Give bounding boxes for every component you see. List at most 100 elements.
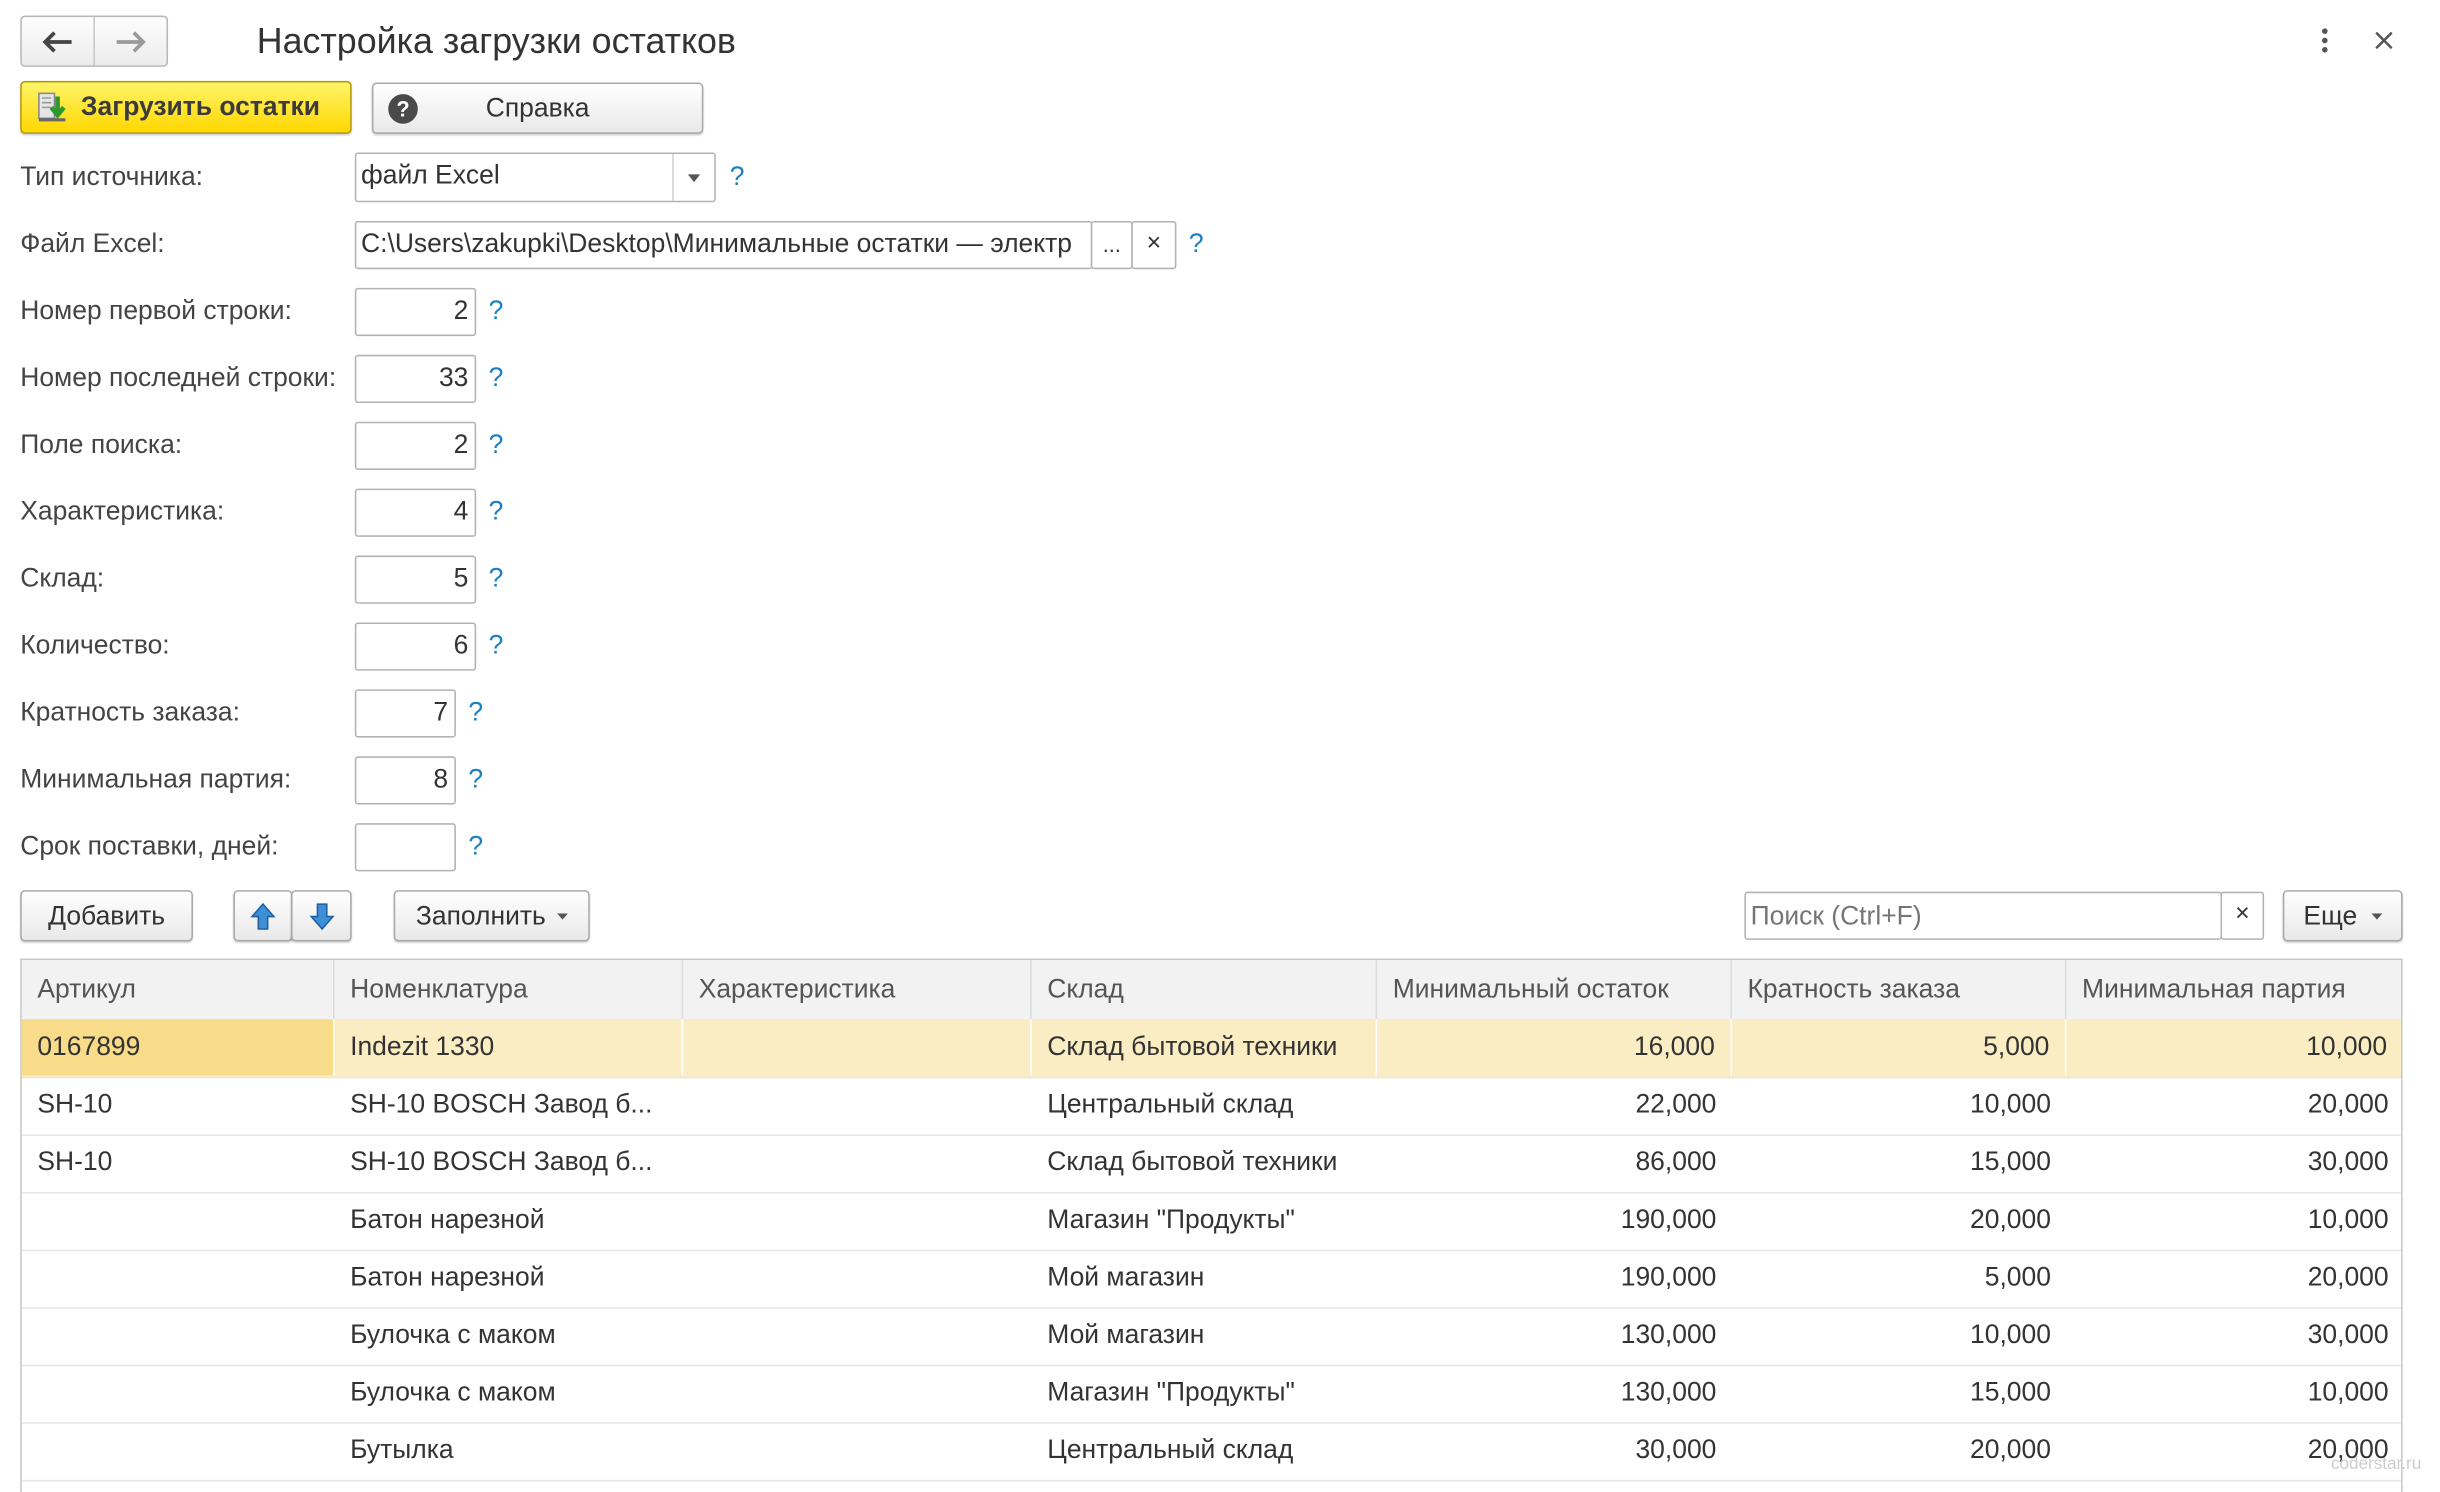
cell-multiplicity: 5,000	[1984, 1261, 2051, 1292]
move-down-button[interactable]	[290, 890, 352, 942]
cell-warehouse: Магазин "Продукты"	[1047, 1204, 1295, 1234]
column-header-min-stock[interactable]: Минимальный остаток	[1377, 960, 1732, 1020]
table-search-input[interactable]	[1744, 891, 2223, 940]
delivery-days-help[interactable]: ?	[468, 823, 483, 870]
search-field-help[interactable]: ?	[489, 422, 504, 469]
cell-warehouse: Склад бытовой техники	[1047, 1146, 1338, 1177]
question-circle-icon: ?	[388, 94, 418, 124]
order-multiplicity-help[interactable]: ?	[468, 689, 483, 736]
cell-multiplicity: 10,000	[1970, 1089, 2051, 1119]
cell-multiplicity: 20,000	[1970, 1434, 2051, 1465]
svg-text:?: ?	[396, 97, 409, 122]
search-clear-button[interactable]: ×	[2220, 891, 2265, 940]
last-row-label: Номер последней строки:	[20, 362, 337, 393]
source-type-help[interactable]: ?	[730, 154, 745, 201]
excel-file-value: C:\Users\zakupki\Desktop\Минимальные ост…	[361, 228, 1072, 259]
back-button[interactable]	[22, 17, 94, 65]
cell-item: Батон нарезной	[350, 1261, 545, 1292]
excel-file-input[interactable]: C:\Users\zakupki\Desktop\Минимальные ост…	[354, 220, 1093, 270]
arrow-up-icon	[250, 902, 276, 929]
characteristic-help[interactable]: ?	[489, 489, 504, 536]
load-stocks-label: Загрузить остатки	[80, 91, 321, 122]
forward-button[interactable]	[93, 17, 166, 66]
kebab-menu-icon	[2322, 28, 2328, 53]
order-multiplicity-input[interactable]: 7	[354, 689, 456, 738]
cell-article	[22, 1307, 335, 1363]
table-row[interactable]: SH-10 SH-10 BOSCH Завод б... Центральный…	[21, 1077, 2402, 1136]
column-header-multiplicity[interactable]: Кратность заказа	[1732, 960, 2067, 1020]
characteristic-input[interactable]: 4	[354, 488, 477, 537]
add-button[interactable]: Добавить	[20, 890, 193, 942]
excel-file-help[interactable]: ?	[1189, 221, 1204, 268]
characteristic-label: Характеристика:	[20, 496, 225, 526]
cell-characteristic	[683, 1134, 1032, 1190]
cell-multiplicity: 15,000	[1970, 1377, 2051, 1407]
clear-file-button[interactable]: ×	[1131, 220, 1177, 270]
search-field-input[interactable]: 2	[354, 421, 477, 470]
cell-min-batch: 10,000	[2307, 1204, 2389, 1234]
cell-characteristic	[683, 1250, 1032, 1306]
move-up-button[interactable]	[233, 890, 293, 942]
browse-file-button[interactable]: ...	[1090, 220, 1133, 270]
cell-item: Булочка с маком	[350, 1377, 556, 1407]
table-row[interactable]: Батон нарезной Магазин "Продукты" 190,00…	[21, 1192, 2402, 1252]
warehouse-label: Склад:	[20, 563, 105, 593]
column-header-article[interactable]: Артикул	[22, 960, 335, 1020]
table-row[interactable]: Булочка с маком Магазин "Продукты" 130,0…	[21, 1365, 2402, 1424]
cell-article	[22, 1250, 335, 1306]
cell-characteristic	[683, 1307, 1032, 1363]
quantity-help[interactable]: ?	[489, 622, 504, 669]
table-row[interactable]: 0167899 Indezit 1330 Склад бытовой техни…	[21, 1019, 2402, 1079]
source-type-label: Тип источника:	[20, 161, 204, 192]
fill-dropdown-button[interactable]: Заполнить	[393, 890, 590, 942]
cell-article: SH-10	[37, 1089, 113, 1119]
more-dropdown-button[interactable]: Еще	[2282, 890, 2403, 942]
arrow-left-icon	[42, 30, 72, 52]
quantity-input[interactable]: 6	[354, 622, 477, 671]
chevron-down-icon	[556, 912, 568, 919]
cell-characteristic	[683, 1019, 1032, 1076]
arrow-right-icon	[116, 30, 146, 52]
table-row[interactable]: SH-10 SH-10 BOSCH Завод б... Склад бытов…	[21, 1134, 2402, 1194]
cell-min-stock: 190,000	[1620, 1261, 1717, 1292]
cell-warehouse: Магазин "Продукты"	[1047, 1377, 1295, 1407]
warehouse-help[interactable]: ?	[489, 556, 504, 603]
more-label: Еще	[2303, 900, 2358, 930]
cell-article: SH-10	[37, 1146, 113, 1177]
source-type-select[interactable]: файл Excel	[354, 152, 716, 203]
help-button[interactable]: ? Справка	[371, 82, 704, 134]
dropdown-button[interactable]	[672, 154, 714, 201]
min-batch-input[interactable]: 8	[354, 756, 456, 805]
load-stocks-button[interactable]: Загрузить остатки	[20, 80, 352, 134]
cell-item: Бутылка	[350, 1434, 454, 1465]
navigation-buttons	[20, 15, 169, 67]
last-row-help[interactable]: ?	[489, 355, 504, 402]
table-row[interactable]: Батон нарезной Мой магазин 190,000 5,000…	[21, 1250, 2402, 1309]
close-window-button[interactable]	[2367, 22, 2401, 59]
more-menu-button[interactable]	[2308, 22, 2342, 59]
chevron-down-icon	[687, 173, 701, 182]
column-header-item[interactable]: Номенклатура	[335, 960, 684, 1020]
delivery-days-input[interactable]	[354, 823, 456, 872]
min-batch-help[interactable]: ?	[468, 756, 483, 803]
table-row[interactable]: Булочка с маком Мой магазин 130,000 10,0…	[21, 1307, 2402, 1367]
first-row-help[interactable]: ?	[489, 288, 504, 335]
column-header-min-batch[interactable]: Минимальная партия	[2067, 960, 2402, 1019]
cell-min-batch: 10,000	[2307, 1377, 2389, 1407]
column-header-characteristic[interactable]: Характеристика	[683, 960, 1032, 1020]
min-batch-label: Минимальная партия:	[20, 764, 292, 794]
first-row-input[interactable]: 2	[354, 287, 477, 337]
search-field-label: Поле поиска:	[20, 429, 183, 460]
cell-warehouse: Центральный склад	[1047, 1434, 1294, 1465]
last-row-input[interactable]: 33	[354, 354, 477, 404]
cell-item: Indezit 1330	[335, 1019, 684, 1076]
cell-item: SH-10 BOSCH Завод б...	[350, 1089, 653, 1119]
warehouse-input[interactable]: 5	[354, 555, 477, 604]
column-header-warehouse[interactable]: Склад	[1032, 960, 1378, 1020]
order-multiplicity-label: Кратность заказа:	[20, 697, 241, 727]
cell-min-stock: 130,000	[1620, 1377, 1717, 1407]
stocks-table[interactable]: Артикул Номенклатура Характеристика Скла…	[20, 958, 2403, 1492]
fill-label: Заполнить	[415, 900, 546, 930]
table-row[interactable]: Бутылка Центральный склад 30,000 20,000 …	[21, 1422, 2402, 1482]
cell-min-stock: 130,000	[1620, 1319, 1717, 1350]
